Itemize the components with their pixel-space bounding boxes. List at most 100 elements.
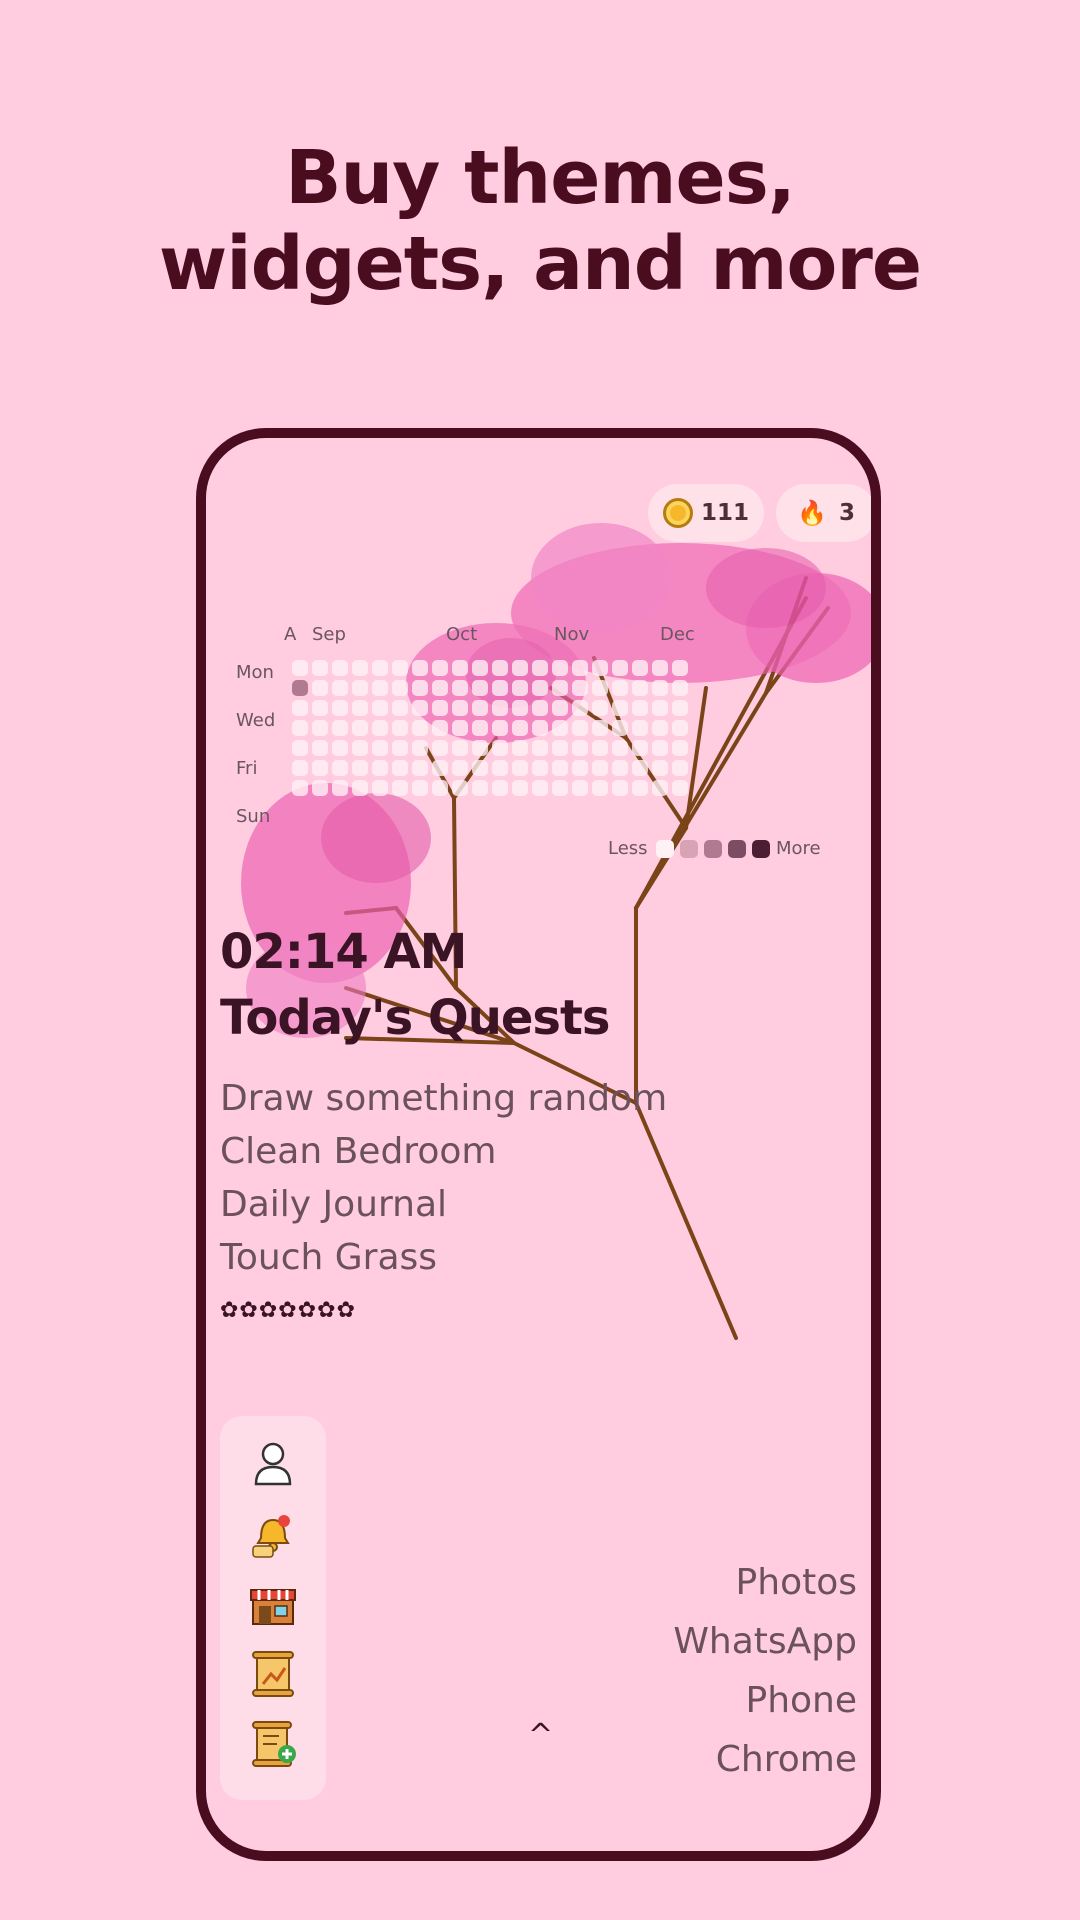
add-quest-scroll-icon[interactable] bbox=[247, 1718, 299, 1770]
heatmap-cell bbox=[412, 700, 428, 716]
heatmap-cell bbox=[512, 700, 528, 716]
heatmap-cell bbox=[492, 700, 508, 716]
heatmap-cell bbox=[572, 740, 588, 756]
heatmap-cell bbox=[452, 660, 468, 676]
app-link-whatsapp[interactable]: WhatsApp bbox=[673, 1621, 857, 1662]
app-link-phone[interactable]: Phone bbox=[745, 1680, 857, 1721]
quest-item[interactable]: Touch Grass bbox=[220, 1237, 437, 1278]
heatmap-cell bbox=[512, 680, 528, 696]
heatmap-cell bbox=[652, 660, 668, 676]
heatmap-cell bbox=[672, 720, 688, 736]
heatmap-cell bbox=[292, 740, 308, 756]
heatmap-cell bbox=[292, 680, 308, 696]
heatmap-cell bbox=[432, 740, 448, 756]
heatmap-cell bbox=[552, 780, 568, 796]
legend-cell bbox=[704, 840, 722, 858]
heatmap-cell bbox=[432, 720, 448, 736]
heatmap-cell bbox=[472, 720, 488, 736]
heatmap-cell bbox=[432, 660, 448, 676]
app-link-chrome[interactable]: Chrome bbox=[716, 1739, 857, 1780]
heatmap-cell bbox=[432, 700, 448, 716]
heatmap-cell bbox=[672, 760, 688, 776]
heatmap-cell bbox=[432, 760, 448, 776]
streak-counter[interactable]: 🔥 3 bbox=[776, 484, 871, 542]
heatmap-cell bbox=[372, 760, 388, 776]
heatmap-cell bbox=[592, 780, 608, 796]
quest-item[interactable]: Clean Bedroom bbox=[220, 1131, 496, 1172]
heatmap-cell bbox=[632, 660, 648, 676]
heatmap-cell bbox=[312, 680, 328, 696]
heatmap-cell bbox=[352, 660, 368, 676]
stats-scroll-icon[interactable] bbox=[247, 1648, 299, 1700]
heatmap-cell bbox=[332, 760, 348, 776]
quest-item[interactable]: Draw something random bbox=[220, 1078, 667, 1119]
legend-less-label: Less bbox=[608, 838, 648, 859]
heatmap-cell bbox=[372, 780, 388, 796]
heatmap-cell bbox=[332, 780, 348, 796]
legend-cell bbox=[752, 840, 770, 858]
heatmap-cell bbox=[412, 660, 428, 676]
heatmap-cell bbox=[292, 720, 308, 736]
heatmap-cell bbox=[372, 700, 388, 716]
heatmap-cell bbox=[332, 680, 348, 696]
heatmap-month-label: A bbox=[284, 624, 297, 645]
heatmap-cell bbox=[452, 760, 468, 776]
heatmap-cell bbox=[572, 760, 588, 776]
notification-bell-icon[interactable] bbox=[247, 1508, 299, 1560]
heatmap-day-label: Wed bbox=[236, 710, 276, 731]
heatmap-cell bbox=[572, 660, 588, 676]
heatmap-cell bbox=[472, 780, 488, 796]
quest-item[interactable]: Daily Journal bbox=[220, 1184, 447, 1225]
heatmap-cell bbox=[312, 660, 328, 676]
app-drawer-caret[interactable]: ^ bbox=[528, 1718, 553, 1753]
heatmap-cell bbox=[552, 700, 568, 716]
heatmap-cell bbox=[592, 700, 608, 716]
flame-icon: 🔥 bbox=[797, 499, 827, 527]
heatmap-cell bbox=[312, 740, 328, 756]
heatmap-cell bbox=[532, 740, 548, 756]
shop-icon[interactable] bbox=[247, 1578, 299, 1630]
side-dock bbox=[220, 1416, 326, 1800]
heatmap-cell bbox=[412, 760, 428, 776]
heatmap-cell bbox=[452, 720, 468, 736]
heatmap-cell bbox=[672, 740, 688, 756]
heatmap-cell bbox=[492, 680, 508, 696]
heatmap-cell bbox=[472, 760, 488, 776]
heatmap-cell bbox=[512, 780, 528, 796]
heatmap-cell bbox=[652, 680, 668, 696]
coins-counter[interactable]: 111 bbox=[648, 484, 764, 542]
app-link-photos[interactable]: Photos bbox=[736, 1562, 857, 1603]
headline: Buy themes, widgets, and more bbox=[0, 135, 1080, 307]
heatmap-cell bbox=[352, 740, 368, 756]
phone-frame: A Sep Oct Nov Dec Mon Wed Fri Sun Less M… bbox=[196, 428, 881, 1861]
heatmap-cell bbox=[392, 780, 408, 796]
heatmap-cell bbox=[532, 720, 548, 736]
heatmap-cell bbox=[372, 680, 388, 696]
heatmap-cell bbox=[312, 780, 328, 796]
heatmap-cell bbox=[612, 760, 628, 776]
heatmap-cell bbox=[512, 660, 528, 676]
heatmap-cell bbox=[332, 660, 348, 676]
heatmap-cell bbox=[392, 720, 408, 736]
heatmap-cell bbox=[452, 740, 468, 756]
heatmap-cell bbox=[292, 760, 308, 776]
heatmap-cell bbox=[392, 660, 408, 676]
heatmap-cell bbox=[312, 700, 328, 716]
headline-line-1: Buy themes, bbox=[285, 135, 796, 221]
clock-time: 02:14 AM bbox=[220, 924, 467, 980]
heatmap-cell bbox=[572, 780, 588, 796]
heatmap-cell bbox=[352, 680, 368, 696]
heatmap-cell bbox=[612, 780, 628, 796]
heatmap-cell bbox=[412, 680, 428, 696]
heatmap-cell bbox=[632, 740, 648, 756]
heatmap-month-label: Nov bbox=[554, 624, 590, 645]
heatmap-cell bbox=[632, 700, 648, 716]
heatmap-cell bbox=[312, 720, 328, 736]
heatmap-cell bbox=[552, 740, 568, 756]
heatmap-cell bbox=[352, 700, 368, 716]
heatmap-cell bbox=[632, 780, 648, 796]
activity-heatmap: A Sep Oct Nov Dec Mon Wed Fri Sun Less M… bbox=[206, 438, 871, 888]
heatmap-cell bbox=[652, 720, 668, 736]
heatmap-cell bbox=[612, 680, 628, 696]
profile-icon[interactable] bbox=[247, 1438, 299, 1490]
